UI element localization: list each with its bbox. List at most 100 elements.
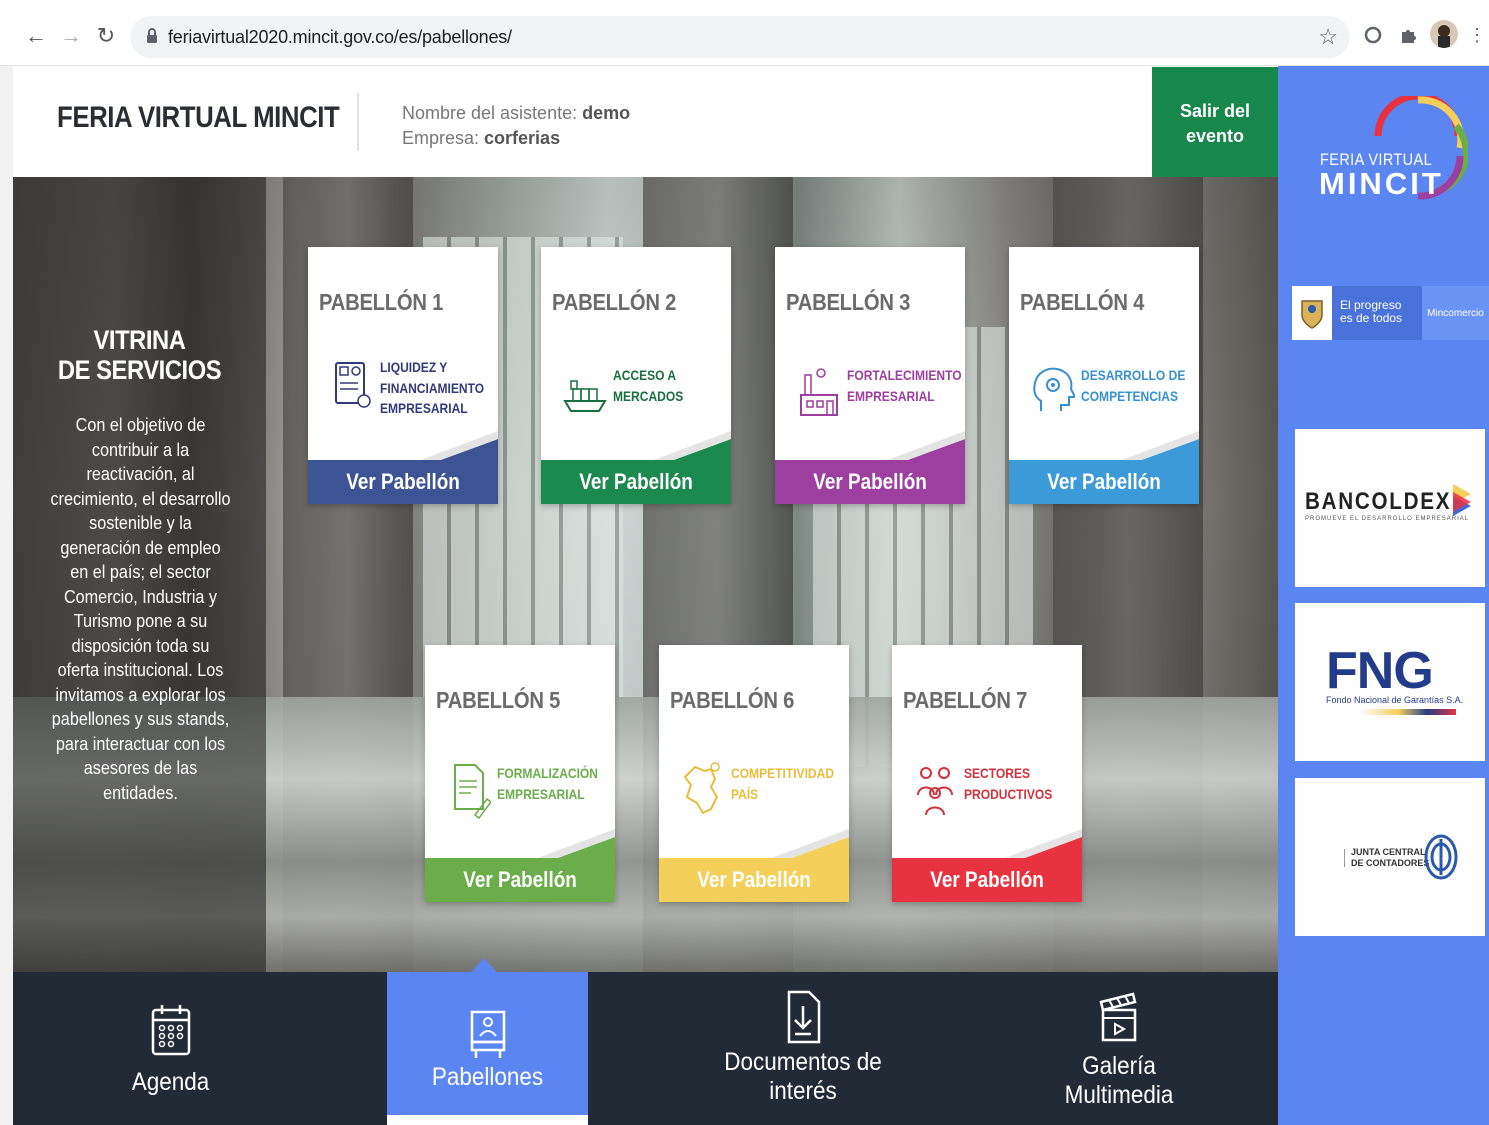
pavilion-subtitle-line: FORTALECIMIENTO (847, 367, 962, 383)
pavilion-title: PABELLÓN 3 (786, 289, 911, 315)
pavilion-title: PABELLÓN 6 (670, 687, 795, 713)
view-pavilion-label: Ver Pabellón (579, 469, 693, 494)
document-pen-icon (454, 764, 491, 820)
pavilion-title: PABELLÓN 5 (436, 687, 561, 713)
puzzle-icon[interactable] (1397, 24, 1419, 46)
pavilion-title: PABELLÓN 4 (1020, 289, 1145, 315)
active-tab-underline (387, 1115, 588, 1125)
partner-fng[interactable]: FNG Fondo Nacional de Garantías S.A. (1295, 603, 1485, 761)
exit-event-button[interactable]: Salir del evento (1152, 67, 1278, 177)
vitrina-title: VITRINA DE SERVICIOS (28, 325, 251, 385)
cargo-ship-icon (563, 380, 607, 412)
pavilion-corner-accent (1002, 829, 1082, 859)
fng-name: FNG (1326, 642, 1434, 700)
colombia-map-icon (683, 762, 720, 815)
jcc-line2: DE CONTADORES (1351, 858, 1430, 868)
jcc-line1: JUNTA CENTRAL (1351, 847, 1426, 857)
pavilion-subtitle-line: PAÍS (731, 785, 759, 802)
view-pavilion-button[interactable]: Ver Pabellón (541, 460, 731, 504)
tab-agenda-label: Agenda (131, 1068, 210, 1096)
partner-bancoldex[interactable]: BANCOLDEX PROMUEVE EL DESARROLLO EMPRESA… (1295, 429, 1485, 587)
view-pavilion-label: Ver Pabellón (813, 469, 927, 494)
back-icon[interactable]: ← (22, 22, 50, 50)
pavilion-card-2[interactable]: PABELLÓN 2 ACCESO A MERCADOS Ver Pabellón (541, 247, 731, 504)
people-icon (917, 767, 953, 816)
view-pavilion-button[interactable]: Ver Pabellón (1009, 460, 1199, 504)
pavilion-card-3[interactable]: PABELLÓN 3 FORTALECIMIENTO EMPRESARIAL Ve… (775, 247, 965, 504)
page-left-edge (0, 66, 13, 1125)
view-pavilion-button[interactable]: Ver Pabellón (308, 460, 498, 504)
vitrina-panel: VITRINA DE SERVICIOS Con el objetivo de … (13, 177, 266, 972)
pavilion-subtitle-line: DESARROLLO DE (1081, 367, 1186, 383)
tab-documentos-label-line1: Documentos de (724, 1048, 882, 1076)
pavilion-card-6[interactable]: PABELLÓN 6 COMPETITIVIDAD PAÍS Ver Pabell… (659, 645, 849, 902)
tab-documentos[interactable]: Documentos de interés (663, 972, 943, 1125)
pavilion-card-1[interactable]: PABELLÓN 1 LIQUIDEZ Y FINANCIAMIENTO EMPRE… (308, 247, 498, 504)
document-money-icon (335, 362, 371, 408)
pavilion-subtitle-line: COMPETITIVIDAD (731, 765, 835, 781)
pavilion-subtitle: SECTORES PRODUCTIVOS (964, 763, 1052, 804)
partner-junta-central-contadores[interactable]: JUNTA CENTRAL DE CONTADORES (1295, 778, 1485, 936)
url-text: feriavirtual2020.mincit.gov.co/es/pabell… (168, 27, 512, 47)
calendar-icon (151, 1005, 190, 1056)
browser-menu-icon[interactable]: ⋮ (1466, 24, 1488, 46)
pavilion-card-7[interactable]: PABELLÓN 7 SECTORES PRODUCTIVOS Ver Pabel… (892, 645, 1082, 902)
lock-icon (147, 28, 157, 43)
pavilion-card-5[interactable]: PABELLÓN 5 FORMALIZACIÓN EMPRESARIAL Ver … (425, 645, 615, 902)
view-pavilion-label: Ver Pabellón (697, 867, 811, 892)
coat-of-arms-icon (1292, 286, 1332, 340)
fng-stripe (1360, 709, 1456, 715)
brand-title[interactable]: FERIA VIRTUAL MINCIT (57, 101, 340, 135)
bancoldex-flag-icon (1453, 484, 1471, 516)
pavilion-icon (470, 1010, 505, 1058)
jcc-name: JUNTA CENTRAL DE CONTADORES (1351, 847, 1429, 869)
pavilion-card-4[interactable]: PABELLÓN 4 DESARROLLO DE COMPETENCIAS Ver… (1009, 247, 1199, 504)
profile-avatar[interactable] (1430, 20, 1458, 48)
pavilion-corner-accent (535, 829, 615, 859)
view-pavilion-label: Ver Pabellón (930, 867, 1044, 892)
view-pavilion-button[interactable]: Ver Pabellón (659, 858, 849, 902)
pavilion-subtitle-line: ACCESO A (613, 367, 677, 383)
pavilion-subtitle: ACCESO A MERCADOS (613, 365, 683, 406)
pavilion-subtitle: LIQUIDEZ Y FINANCIAMIENTO EMPRESARIAL (380, 357, 484, 419)
feria-mincit-logo[interactable]: FERIA VIRTUAL MINCIT (1298, 94, 1473, 214)
bottom-navigation: Agenda Pabellones Documentos de interés … (13, 958, 1278, 1125)
pavilion-title: PABELLÓN 1 (319, 289, 444, 315)
gov-progress-text: El progreso es de todos (1340, 299, 1402, 325)
pavilion-subtitle-line: EMPRESARIAL (380, 400, 468, 416)
pavilion-subtitle-line: FORMALIZACIÓN (497, 765, 598, 781)
tab-pabellones-label: Pabellones (431, 1063, 544, 1091)
government-logo-strip: El progreso es de todos Mincomercio (1292, 286, 1489, 340)
pavilion-subtitle-line: FINANCIAMIENTO (380, 379, 485, 396)
pavilion-subtitle-line: EMPRESARIAL (497, 785, 585, 802)
partner-sidebar: FERIA VIRTUAL MINCIT El progreso es de t… (1278, 66, 1489, 1125)
tab-documentos-label-line2: interés (769, 1077, 837, 1105)
clapperboard-icon (1099, 992, 1137, 1042)
view-pavilion-button[interactable]: Ver Pabellón (892, 858, 1082, 902)
active-tab-notch (471, 958, 497, 972)
view-pavilion-button[interactable]: Ver Pabellón (775, 460, 965, 504)
view-pavilion-label: Ver Pabellón (463, 867, 577, 892)
jcc-small-text (1315, 849, 1345, 867)
tab-pabellones[interactable]: Pabellones (387, 958, 588, 1125)
reload-icon[interactable]: ↻ (92, 22, 120, 50)
view-pavilion-label: Ver Pabellón (346, 469, 460, 494)
pavilion-subtitle-line: EMPRESARIAL (847, 387, 935, 404)
jcc-emblem-icon (1424, 834, 1458, 880)
address-bar[interactable]: feriavirtual2020.mincit.gov.co/es/pabell… (130, 16, 1350, 58)
company-name: corferias (484, 128, 561, 148)
bookmark-star-icon[interactable]: ☆ (1318, 24, 1338, 50)
pavilion-subtitle: FORMALIZACIÓN EMPRESARIAL (497, 763, 598, 804)
site-header: FERIA VIRTUAL MINCIT Nombre del asistent… (13, 67, 1278, 177)
bancoldex-tagline: PROMUEVE EL DESARROLLO EMPRESARIAL (1305, 516, 1470, 522)
head-gear-icon (1033, 367, 1075, 411)
pavilion-subtitle: FORTALECIMIENTO EMPRESARIAL (847, 365, 962, 406)
pavilion-corner-accent (651, 431, 731, 461)
exit-label-line1: Salir del (1179, 101, 1251, 121)
view-pavilion-button[interactable]: Ver Pabellón (425, 858, 615, 902)
gov-progress-line2: es de todos (1340, 311, 1403, 325)
extension-icon[interactable] (1362, 24, 1384, 46)
tab-agenda[interactable]: Agenda (13, 972, 328, 1125)
tab-galeria[interactable]: Galería Multimedia (988, 972, 1250, 1125)
forward-icon[interactable]: → (57, 22, 85, 50)
